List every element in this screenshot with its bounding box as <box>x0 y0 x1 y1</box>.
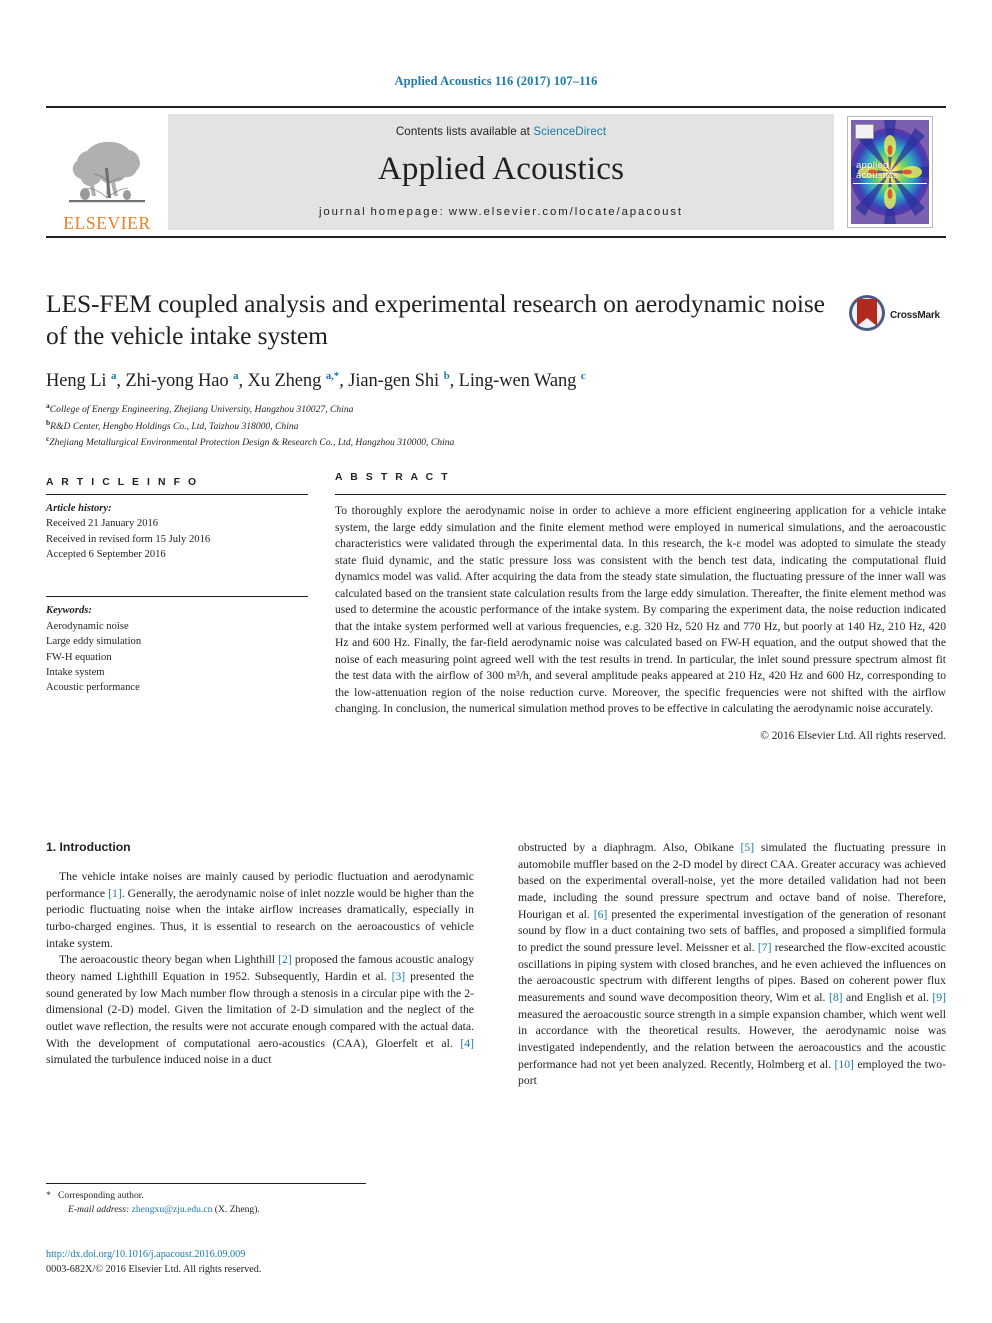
abstract-heading: A B S T R A C T <box>335 472 451 483</box>
journal-masthead: ELSEVIER Contents lists available at Sci… <box>46 106 946 238</box>
keyword-item: FW-H equation <box>46 651 112 663</box>
affiliation-list: aCollege of Energy Engineering, Zhejiang… <box>46 401 946 450</box>
keyword-item: Large eddy simulation <box>46 636 142 648</box>
contents-lists-line: Contents lists available at ScienceDirec… <box>396 125 606 138</box>
affiliation-item: cZhejiang Metallurgical Environmental Pr… <box>46 434 946 450</box>
affiliation-text: R&D Center, Hengbo Holdings Co., Ltd, Ta… <box>50 420 299 432</box>
affiliation-text: College of Energy Engineering, Zhejiang … <box>49 404 354 416</box>
journal-title: Applied Acoustics <box>377 151 625 187</box>
article-history: Article history: Received 21 January 201… <box>46 494 308 562</box>
title-block: LES-FEM coupled analysis and experimenta… <box>46 288 946 450</box>
abstract-text: To thoroughly explore the aerodynamic no… <box>335 494 946 718</box>
affiliation-text: Zhejiang Metallurgical Environmental Pro… <box>49 436 455 448</box>
abstract-column: To thoroughly explore the aerodynamic no… <box>335 494 946 742</box>
affiliation-item: aCollege of Energy Engineering, Zhejiang… <box>46 401 946 417</box>
article-info-column: Article history: Received 21 January 201… <box>46 494 308 696</box>
affiliation-item: bR&D Center, Hengbo Holdings Co., Ltd, T… <box>46 418 946 434</box>
citation-link[interactable]: [5] <box>741 841 755 854</box>
journal-homepage[interactable]: journal homepage: www.elsevier.com/locat… <box>319 206 683 218</box>
journal-cover-thumbnail: applied acoustics <box>834 108 946 236</box>
journal-band: Contents lists available at ScienceDirec… <box>168 114 834 230</box>
article-title: LES-FEM coupled analysis and experimenta… <box>46 289 825 351</box>
corresponding-author-line: * Corresponding author. <box>46 1189 366 1203</box>
citation-link[interactable]: [2] <box>278 953 292 966</box>
article-history-label: Article history: <box>46 503 112 514</box>
page-footer: http://dx.doi.org/10.1016/j.apacoust.201… <box>46 1248 546 1278</box>
running-head: Applied Acoustics 116 (2017) 107–116 <box>394 74 598 88</box>
paragraph: obstructed by a diaphragm. Also, Obikane… <box>518 841 946 1088</box>
email-suffix: (X. Zheng). <box>214 1204 260 1216</box>
keyword-item: Intake system <box>46 666 105 678</box>
keyword-item: Acoustic performance <box>46 682 140 694</box>
citation-link[interactable]: [4] <box>460 1037 474 1050</box>
body-column-right: obstructed by a diaphragm. Also, Obikane… <box>518 840 946 1090</box>
author-list: Heng Li a, Zhi-yong Hao a, Xu Zheng a,*,… <box>46 370 586 392</box>
citation-link[interactable]: [1] <box>108 887 122 900</box>
elsevier-tree-icon <box>61 128 153 214</box>
doi-link[interactable]: http://dx.doi.org/10.1016/j.apacoust.201… <box>46 1248 546 1263</box>
article-info-heading: A R T I C L E I N F O <box>46 477 199 488</box>
crossmark-label: CrossMark <box>890 309 940 321</box>
keyword-item: Aerodynamic noise <box>46 620 129 632</box>
corresponding-author-text: Corresponding author. <box>58 1190 144 1201</box>
email-line: E-mail address: zhengxu@zju.edu.cn (X. Z… <box>46 1203 366 1217</box>
keywords-block: Keywords: Aerodynamic noise Large eddy s… <box>46 596 308 695</box>
citation-link[interactable]: [3] <box>392 970 406 983</box>
cover-divider <box>853 183 927 185</box>
keywords-label: Keywords: <box>46 605 92 617</box>
paper-page: Applied Acoustics 116 (2017) 107–116 ELS… <box>0 0 992 1323</box>
cover-publisher-badge <box>855 124 874 139</box>
contents-prefix: Contents lists available at <box>395 125 534 138</box>
corresponding-author-footnote: * Corresponding author. E-mail address: z… <box>46 1183 366 1218</box>
crossmark-icon <box>848 294 886 337</box>
history-item: Accepted 6 September 2016 <box>46 549 166 561</box>
email-link[interactable]: zhengxu@zju.edu.cn <box>132 1204 213 1215</box>
elsevier-logo: ELSEVIER <box>46 108 168 236</box>
cover-title-line2: acoustics <box>856 169 899 181</box>
sciencedirect-link[interactable]: ScienceDirect <box>533 125 606 138</box>
paragraph: The vehicle intake noises are mainly cau… <box>46 870 474 950</box>
elsevier-wordmark: ELSEVIER <box>63 212 151 233</box>
cover-title: applied acoustics <box>856 161 898 180</box>
citation-link[interactable]: [9] <box>932 991 946 1004</box>
citation-link[interactable]: [6] <box>594 908 608 921</box>
body-column-left: 1. Introduction The vehicle intake noise… <box>46 840 474 1069</box>
info-abstract-region: A R T I C L E I N F O A B S T R A C T Ar… <box>46 472 946 824</box>
history-item: Received 21 January 2016 <box>46 518 159 530</box>
history-item: Received in revised form 15 July 2016 <box>46 533 211 545</box>
abstract-copyright: © 2016 Elsevier Ltd. All rights reserved… <box>760 729 946 742</box>
body-columns: 1. Introduction The vehicle intake noise… <box>46 840 946 1240</box>
asterisk-icon: * <box>46 1190 51 1201</box>
email-label: E-mail address: <box>68 1204 130 1216</box>
citation-link[interactable]: [8] <box>829 991 843 1004</box>
section-heading-introduction: 1. Introduction <box>46 840 131 854</box>
citation-link[interactable]: [10] <box>834 1058 853 1071</box>
citation-link[interactable]: [7] <box>758 941 772 954</box>
issn-copyright-line: 0003-682X/© 2016 Elsevier Ltd. All right… <box>46 1263 262 1275</box>
crossmark-badge[interactable]: CrossMark <box>848 292 946 338</box>
paragraph: The aeroacoustic theory began when Light… <box>46 953 474 1067</box>
